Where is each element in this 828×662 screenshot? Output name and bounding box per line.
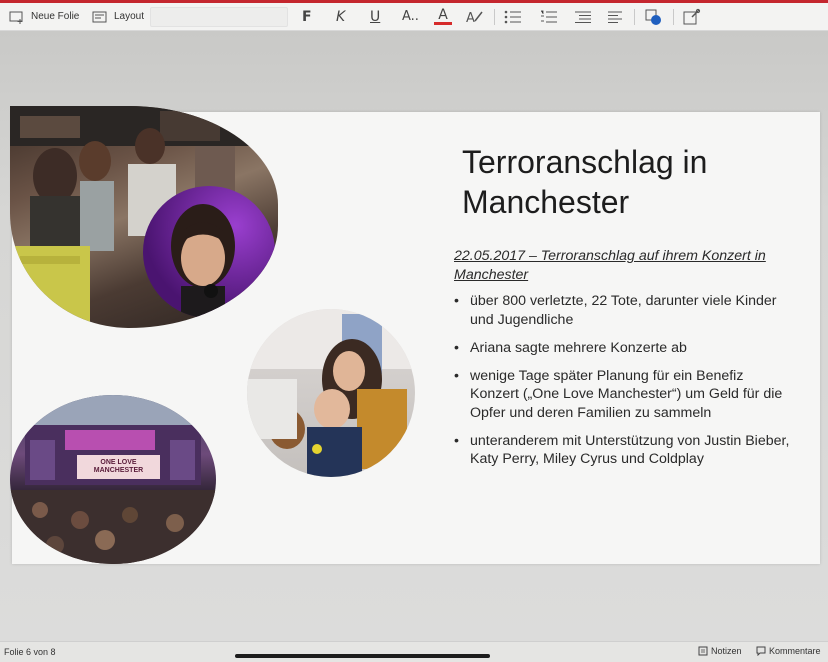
ariana-inset-photo bbox=[143, 186, 275, 318]
bullet-item: über 800 verletzte, 22 Tote, darunter vi… bbox=[454, 292, 794, 329]
text-size-button[interactable]: A.. bbox=[402, 3, 419, 30]
font-color-label: A bbox=[438, 7, 448, 23]
highlighter-icon: A bbox=[466, 11, 483, 25]
new-slide-label: Neue Folie bbox=[31, 11, 80, 22]
crowd-photo[interactable] bbox=[10, 106, 278, 328]
slide-subtitle[interactable]: 22.05.2017 – Terroranschlag auf ihrem Ko… bbox=[454, 247, 784, 284]
comments-label: Kommentare bbox=[769, 646, 821, 656]
design-ideas-icon bbox=[683, 8, 701, 24]
new-slide-icon bbox=[9, 11, 23, 24]
font-name-field[interactable] bbox=[150, 7, 288, 27]
shapes-icon bbox=[645, 9, 661, 25]
align-button[interactable] bbox=[607, 3, 623, 30]
toolbar-divider bbox=[634, 9, 635, 25]
numbered-list-button[interactable] bbox=[540, 3, 558, 30]
home-indicator bbox=[235, 654, 490, 658]
numbered-list-icon bbox=[541, 10, 557, 22]
bullet-list-icon bbox=[504, 10, 521, 23]
shapes-button[interactable] bbox=[645, 3, 663, 30]
ariana-portrait bbox=[171, 204, 235, 318]
underline-button[interactable]: U bbox=[370, 3, 380, 30]
notes-button[interactable]: Notizen bbox=[698, 646, 742, 656]
notes-label: Notizen bbox=[711, 646, 742, 656]
toolbar-divider bbox=[494, 9, 495, 25]
slide-counter: Folie 6 von 8 bbox=[4, 647, 56, 657]
layout-button[interactable]: Layout bbox=[92, 3, 144, 30]
hospital-visit-photo[interactable] bbox=[247, 309, 415, 477]
bullet-item: wenige Tage später Planung für ein Benef… bbox=[454, 367, 794, 423]
hospital-visit-image bbox=[247, 309, 415, 477]
italic-button[interactable]: K bbox=[336, 3, 345, 30]
concert-stage-image bbox=[10, 395, 216, 564]
ribbon-toolbar: Neue Folie Layout F K U A.. A A bbox=[0, 3, 828, 31]
bullet-item: unteranderem mit Unterstützung von Justi… bbox=[454, 432, 794, 469]
indent-icon bbox=[575, 11, 591, 23]
layout-label: Layout bbox=[114, 11, 145, 22]
font-color-button[interactable]: A bbox=[434, 3, 452, 30]
one-love-banner-text: ONE LOVE MANCHESTER bbox=[93, 459, 144, 474]
concert-photo[interactable]: ONE LOVE MANCHESTER bbox=[10, 395, 216, 564]
highlight-button[interactable]: A bbox=[466, 3, 484, 30]
one-love-banner: ONE LOVE MANCHESTER bbox=[77, 455, 160, 479]
align-left-icon bbox=[608, 11, 622, 23]
bullet-item: Ariana sagte mehrere Konzerte ab bbox=[454, 339, 794, 358]
comment-icon bbox=[756, 646, 766, 656]
layout-icon bbox=[92, 11, 107, 22]
status-bar: Folie 6 von 8 Notizen Kommentare bbox=[0, 641, 828, 662]
font-color-swatch bbox=[434, 22, 452, 25]
design-button[interactable] bbox=[683, 3, 701, 30]
slide-title[interactable]: Terroranschlag in Manchester bbox=[462, 142, 802, 222]
notes-icon bbox=[698, 646, 708, 656]
new-slide-button[interactable]: Neue Folie bbox=[9, 3, 79, 30]
bullet-list[interactable]: über 800 verletzte, 22 Tote, darunter vi… bbox=[454, 292, 794, 478]
svg-text:A: A bbox=[466, 11, 475, 25]
indent-button[interactable] bbox=[574, 3, 592, 30]
bullet-list-button[interactable] bbox=[504, 3, 522, 30]
toolbar-divider bbox=[673, 9, 674, 25]
bold-button[interactable]: F bbox=[302, 3, 312, 30]
comments-button[interactable]: Kommentare bbox=[756, 646, 821, 656]
